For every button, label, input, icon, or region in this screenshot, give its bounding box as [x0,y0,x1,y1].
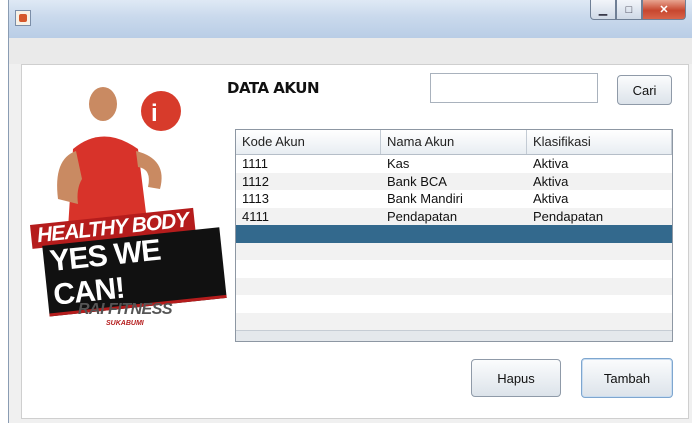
app-window: ▁ □ ✕ i HEALTHY BODY YES WE CAN! RAI FIT… [8,0,692,423]
table-cell [381,278,527,296]
table-cell: Bank BCA [387,173,447,189]
column-header-klasifikasi[interactable]: Klasifikasi [527,130,672,154]
table-row[interactable] [236,225,672,243]
table-cell: Aktiva [533,173,569,189]
table-cell [527,243,672,261]
maximize-icon: □ [625,3,633,16]
java-app-icon [15,10,31,26]
table-cell: 1111 [242,156,269,171]
svg-text:i: i [151,100,158,127]
logo-badge-icon [141,91,181,131]
add-button[interactable]: Tambah [581,358,673,398]
table-header: Kode Akun Nama Akun Klasifikasi [236,130,672,155]
table-cell: 4111 [242,208,269,224]
close-icon: ✕ [659,4,669,16]
account-table[interactable]: Kode Akun Nama Akun Klasifikasi 1111 Kas A… [235,129,673,342]
table-cell [236,295,381,313]
title-bar: ▁ □ ✕ [9,0,692,38]
table-cell [527,295,672,313]
table-cell: Aktiva [533,191,569,206]
table-row[interactable]: 1113 Bank Mandiri Aktiva [236,190,672,208]
table-row[interactable] [236,277,672,296]
minimize-button[interactable]: ▁ [590,0,616,20]
table-row[interactable] [236,295,672,313]
table-cell [381,260,527,278]
brand-name: RAI FITNESS [78,301,173,318]
table-cell [527,278,672,296]
window-controls: ▁ □ ✕ [590,0,686,20]
column-header-nama[interactable]: Nama Akun [381,130,527,154]
table-cell: Pendapatan [533,208,604,224]
table-cell: Bank Mandiri [387,191,463,206]
table-row[interactable] [236,260,672,278]
search-button[interactable]: Cari [617,75,672,105]
table-cell: Kas [387,156,410,171]
minimize-icon: ▁ [598,4,608,16]
table-body: 1111 Kas Aktiva 1112 Bank BCA Aktiva 1113 Bank … [236,155,672,330]
search-input[interactable] [430,73,598,103]
table-cell: Aktiva [533,156,569,171]
table-cell [527,225,672,243]
table-row[interactable] [236,312,672,331]
table-cell: Pendapatan [387,208,458,224]
toolbar-area [9,38,692,64]
table-footer-bar [236,330,672,341]
table-cell [236,313,381,331]
table-cell [381,243,527,261]
table-cell [527,260,672,278]
column-header-kode[interactable]: Kode Akun [236,130,381,154]
table-cell: 1112 [242,173,269,189]
table-cell [381,225,527,243]
table-cell [236,243,381,261]
delete-button[interactable]: Hapus [471,359,561,397]
fitness-logo: i HEALTHY BODY YES WE CAN! RAI FITNESS S… [30,79,227,379]
table-cell [236,278,381,296]
table-cell [381,295,527,313]
table-cell: 1113 [242,191,269,206]
table-row[interactable] [236,242,672,261]
table-cell [236,260,381,278]
close-button[interactable]: ✕ [642,0,686,20]
table-row[interactable]: 4111 Pendapatan Pendapatan [236,207,672,225]
table-row[interactable]: 1112 Bank BCA Aktiva [236,172,672,190]
table-row[interactable]: 1111 Kas Aktiva [236,155,672,173]
page-title: DATA AKUN [227,79,320,97]
main-panel: i HEALTHY BODY YES WE CAN! RAI FITNESS S… [21,64,689,419]
table-cell [236,225,381,243]
table-cell [381,313,527,331]
trainer-image: i [57,87,181,229]
brand-location: SUKABUMI [106,320,144,327]
maximize-button[interactable]: □ [616,0,642,20]
table-cell [527,313,672,331]
